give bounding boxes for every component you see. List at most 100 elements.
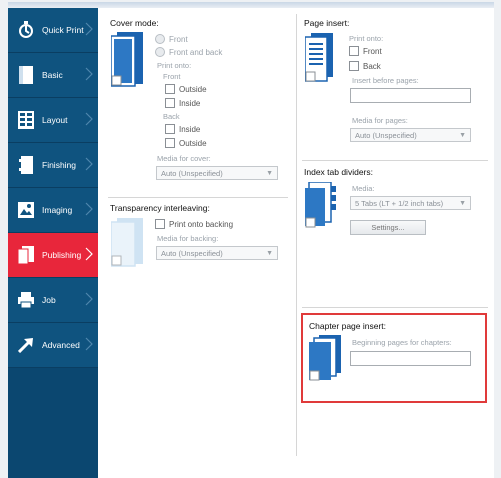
checkbox-box: [155, 219, 165, 229]
checkbox-label: Print onto backing: [169, 219, 234, 229]
nav-item-advanced[interactable]: Advanced: [8, 323, 98, 368]
cover-front-outside-checkbox[interactable]: Outside: [165, 84, 207, 94]
backing-media-select[interactable]: Auto (Unspecified) ▼: [156, 246, 278, 260]
nav-item-job[interactable]: Job: [8, 278, 98, 323]
section-separator: [302, 307, 488, 308]
page-insert-print-onto-label: Print onto:: [349, 34, 384, 43]
cover-back-sub-label: Back: [163, 112, 180, 121]
cover-media-select[interactable]: Auto (Unspecified) ▼: [156, 166, 278, 180]
nav-label: Publishing: [42, 250, 82, 260]
checkbox-label: Front: [363, 46, 382, 56]
checkbox-label: Outside: [179, 138, 207, 148]
radio-label: Front: [169, 34, 188, 44]
nav-item-finishing[interactable]: Finishing: [8, 143, 98, 188]
publishing-icon: [17, 246, 35, 264]
nav-label: Advanced: [42, 340, 80, 350]
chevron-right-icon: [85, 157, 93, 171]
radio-label: Front and back: [169, 47, 223, 57]
chevron-right-icon: [85, 247, 93, 261]
dropdown-arrow-icon: ▼: [459, 200, 466, 207]
cover-media-label: Media for cover:: [157, 154, 211, 163]
print-onto-backing-checkbox[interactable]: Print onto backing: [155, 219, 233, 229]
select-value: Auto (Unspecified): [161, 169, 223, 178]
cover-print-onto-label: Print onto:: [157, 61, 192, 70]
select-value: Auto (Unspecified): [355, 131, 417, 140]
pages-media-label: Media for pages:: [352, 116, 408, 125]
section-separator: [108, 197, 288, 198]
dropdown-arrow-icon: ▼: [266, 170, 273, 177]
cover-front-and-back-radio[interactable]: Front and back: [155, 47, 222, 57]
nav-label: Imaging: [42, 205, 73, 215]
settings-button[interactable]: Settings...: [350, 220, 426, 235]
chevron-right-icon: [85, 112, 93, 126]
checkbox-box: [165, 98, 175, 108]
beginning-pages-input[interactable]: [350, 351, 471, 366]
chevron-right-icon: [85, 202, 93, 216]
window-frame: Quick Print Basic Layout Finishing Imagi…: [0, 0, 501, 478]
checkbox-label: Outside: [179, 84, 207, 94]
page-insert-document-icon: [305, 33, 333, 82]
cover-document-icon: [111, 32, 143, 87]
radio-circle: [155, 47, 165, 57]
cover-back-outside-checkbox[interactable]: Outside: [165, 138, 207, 148]
transparency-document-icon: [111, 218, 143, 267]
cover-front-radio[interactable]: Front: [155, 34, 188, 44]
insert-before-input[interactable]: [350, 88, 471, 103]
sidebar: Quick Print Basic Layout Finishing Imagi…: [8, 8, 98, 478]
nav-item-quick-print[interactable]: Quick Print: [8, 8, 98, 53]
page-insert-title: Page insert:: [304, 18, 350, 28]
beginning-pages-label: Beginning pages for chapters:: [352, 338, 452, 347]
select-value: Auto (Unspecified): [161, 249, 223, 258]
index-tab-media-select[interactable]: 5 Tabs (LT + 1/2 inch tabs) ▼: [350, 196, 471, 210]
page-insert-back-checkbox[interactable]: Back: [349, 61, 381, 71]
chapter-title: Chapter page insert:: [309, 321, 387, 331]
section-separator: [302, 160, 488, 161]
job-printer-icon: [17, 291, 35, 309]
checkbox-box: [349, 61, 359, 71]
advanced-arrow-icon: [17, 336, 35, 354]
index-tab-media-label: Media:: [352, 184, 375, 193]
nav-label: Layout: [42, 115, 68, 125]
layout-grid-icon: [17, 111, 35, 129]
nav-item-basic[interactable]: Basic: [8, 53, 98, 98]
nav-label: Job: [42, 295, 56, 305]
checkbox-box: [165, 84, 175, 94]
cover-front-inside-checkbox[interactable]: Inside: [165, 98, 200, 108]
insert-before-label: Insert before pages:: [352, 76, 419, 85]
backing-media-label: Media for backing:: [157, 234, 219, 243]
imaging-icon: [17, 201, 35, 219]
nav-label: Quick Print: [42, 25, 84, 35]
checkbox-box: [165, 138, 175, 148]
finishing-icon: [17, 156, 35, 174]
transparency-title: Transparency interleaving:: [110, 203, 210, 213]
checkbox-label: Inside: [179, 124, 201, 134]
index-tab-title: Index tab dividers:: [304, 167, 373, 177]
checkbox-label: Inside: [179, 98, 201, 108]
radio-circle: [155, 34, 165, 44]
basic-page-icon: [17, 66, 35, 84]
nav-item-publishing[interactable]: Publishing: [8, 233, 98, 278]
checkbox-box: [349, 46, 359, 56]
select-value: 5 Tabs (LT + 1/2 inch tabs): [355, 199, 444, 208]
nav-item-imaging[interactable]: Imaging: [8, 188, 98, 233]
dropdown-arrow-icon: ▼: [266, 250, 273, 257]
chevron-right-icon: [85, 292, 93, 306]
quick-print-icon: [17, 21, 35, 39]
pages-media-select[interactable]: Auto (Unspecified) ▼: [350, 128, 471, 142]
page-insert-front-checkbox[interactable]: Front: [349, 46, 382, 56]
index-tab-document-icon: [305, 182, 336, 228]
column-divider: [296, 14, 297, 456]
checkbox-box: [165, 124, 175, 134]
chapter-document-icon: [309, 335, 341, 381]
cover-front-sub-label: Front: [163, 72, 181, 81]
checkbox-label: Back: [363, 61, 381, 71]
nav-label: Finishing: [42, 160, 77, 170]
chevron-right-icon: [85, 337, 93, 351]
chevron-right-icon: [85, 67, 93, 81]
nav-item-layout[interactable]: Layout: [8, 98, 98, 143]
chevron-right-icon: [85, 22, 93, 36]
nav-label: Basic: [42, 70, 63, 80]
cover-back-inside-checkbox[interactable]: Inside: [165, 124, 200, 134]
dropdown-arrow-icon: ▼: [459, 132, 466, 139]
cover-mode-title: Cover mode:: [110, 18, 159, 28]
